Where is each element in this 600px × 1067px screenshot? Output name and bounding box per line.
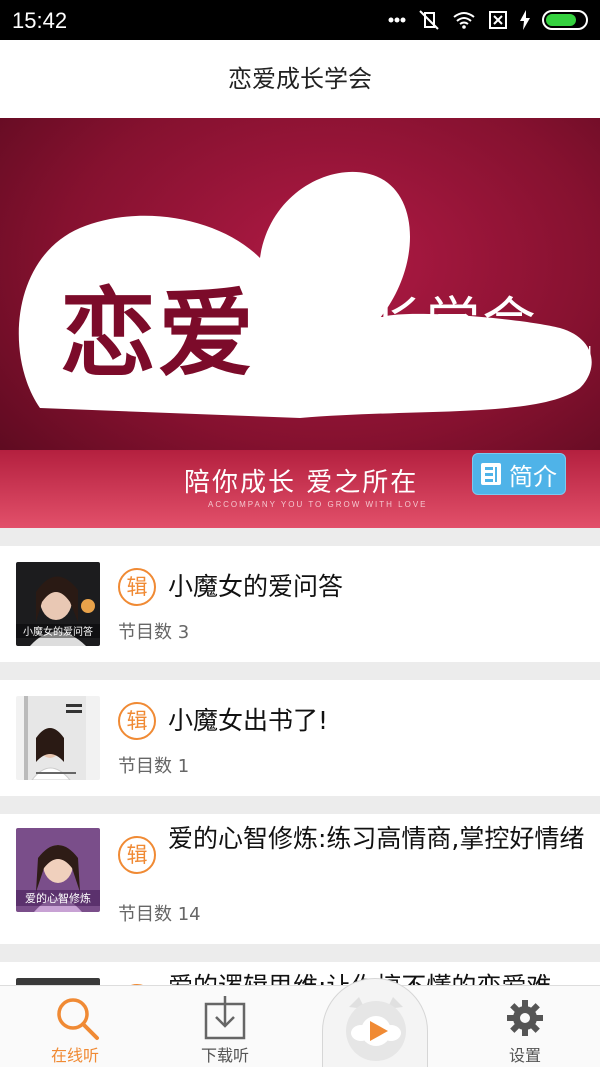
thumb-caption: 爱的心智修炼 (25, 891, 91, 905)
intro-button-label: 简介 (509, 462, 557, 491)
album-title: 小魔女的爱问答 (168, 572, 344, 601)
album-thumbnail: 小魔女的爱问答 (16, 562, 100, 646)
wifi-icon (453, 12, 475, 29)
album-cover-image: 爱的心智修炼 (16, 828, 100, 912)
charging-icon (520, 10, 530, 30)
search-icon (57, 998, 99, 1040)
battery-icon (542, 10, 588, 30)
download-icon (204, 996, 246, 1040)
banner-slogan: 陪你成长 爱之所在 (184, 468, 419, 498)
sim-off-icon (489, 11, 507, 29)
banner-english: LOVE GROWTH ASSOCIATION (316, 344, 594, 361)
page-title: 恋爱成长学会 (228, 65, 372, 93)
tab-label: 设置 (508, 1046, 541, 1065)
album-title: 小魔女出书了! (168, 706, 329, 735)
album-cover-image: 小魔女的爱问答 (16, 562, 100, 646)
album-count: 节目数 3 (118, 622, 190, 643)
album-badge: 辑 (118, 836, 156, 874)
tab-settings[interactable]: 设置 (465, 986, 585, 1067)
bottom-tab-bar: 在线听 下载听 设置 (0, 978, 600, 1067)
tab-download-listen[interactable]: 下载听 (165, 986, 285, 1067)
status-time: 15:42 (12, 8, 68, 33)
banner-big-text: 恋爱 (60, 278, 256, 390)
album-thumbnail: 爱的心智修炼 (16, 828, 100, 912)
play-icon (346, 997, 406, 1061)
status-icons (388, 8, 588, 32)
gear-icon (507, 1000, 543, 1036)
banner-slogan-en: ACCOMPANY YOU TO GROW WITH LOVE (208, 500, 428, 509)
banner[interactable]: 恋爱 成长学会 LOVE GROWTH ASSOCIATION 陪你成长 爱之所… (0, 118, 600, 528)
album-count: 节目数 14 (118, 904, 201, 925)
tab-online-listen[interactable]: 在线听 (15, 986, 135, 1067)
list-item[interactable]: 爱的心智修炼 辑 爱的心智修炼:练习高情商,掌控好情绪 节目数 14 (0, 814, 600, 944)
album-badge: 辑 (118, 568, 156, 606)
album-count: 节目数 1 (118, 756, 190, 777)
thumb-caption: 小魔女的爱问答 (23, 625, 93, 638)
album-cover-image (16, 696, 100, 780)
mute-vibrate-icon (419, 10, 439, 30)
status-bar: 15:42 (0, 0, 600, 40)
list-item[interactable]: 辑 小魔女出书了! 节目数 1 (0, 680, 600, 796)
intro-button[interactable]: 简介 (472, 453, 566, 495)
tab-label: 在线听 (50, 1046, 99, 1065)
album-thumbnail (16, 696, 100, 780)
album-badge: 辑 (118, 702, 156, 740)
intro-icon (481, 463, 501, 485)
list-item[interactable]: 小魔女的爱问答 辑 小魔女的爱问答 节目数 3 (0, 546, 600, 662)
player-button[interactable] (322, 978, 428, 1067)
tab-label: 下载听 (200, 1046, 249, 1065)
app-header: 恋爱成长学会 (0, 40, 600, 118)
album-title: 爱的心智修炼:练习高情商,掌控好情绪 (168, 824, 585, 853)
more-dots-icon (388, 17, 406, 23)
